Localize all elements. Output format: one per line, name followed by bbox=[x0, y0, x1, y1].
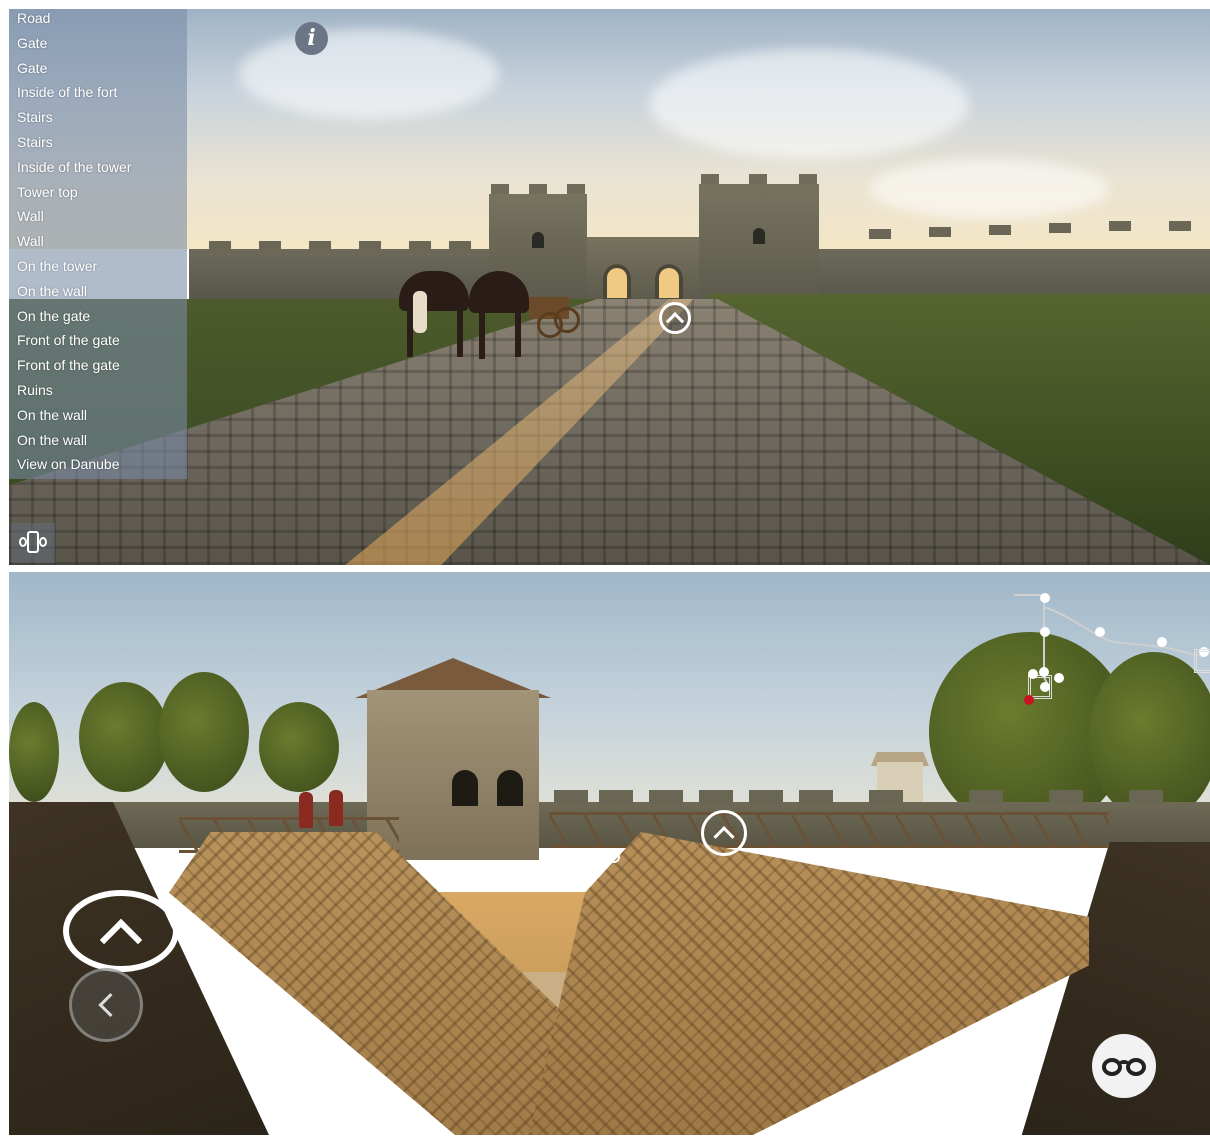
crenel bbox=[929, 227, 951, 237]
gate-arch-left bbox=[603, 264, 631, 302]
merlon bbox=[799, 790, 833, 804]
navigation-hotspot-forward[interactable] bbox=[659, 302, 691, 334]
scene-list-item[interactable]: Gate bbox=[17, 35, 47, 51]
gyroscope-toggle-button[interactable] bbox=[11, 523, 55, 563]
soldier bbox=[329, 790, 343, 826]
horse-leg bbox=[479, 309, 485, 359]
crenel bbox=[869, 229, 891, 239]
scene-list-item[interactable]: Inside of the tower bbox=[17, 159, 131, 175]
scene-list-item[interactable]: Wall bbox=[17, 233, 44, 249]
scene-list-item[interactable]: On the wall bbox=[17, 432, 87, 448]
site-minimap[interactable] bbox=[1004, 587, 1210, 707]
cloud bbox=[869, 159, 1109, 219]
tower-window bbox=[497, 770, 523, 806]
gate-tower-right bbox=[699, 174, 819, 302]
crenel bbox=[359, 241, 381, 251]
tree bbox=[259, 702, 339, 792]
scene-list-item[interactable]: View on Danube bbox=[17, 456, 119, 472]
minimap-node[interactable] bbox=[1157, 637, 1167, 647]
scene-list-item[interactable]: Gate bbox=[17, 60, 47, 76]
crenel bbox=[1109, 221, 1131, 231]
scene-list-item[interactable]: Inside of the fort bbox=[17, 84, 117, 100]
navigation-hotspot-forward[interactable] bbox=[701, 810, 747, 856]
phone-rotate-icon bbox=[27, 531, 39, 553]
merlon bbox=[749, 790, 783, 804]
minimap-node[interactable] bbox=[1039, 667, 1049, 677]
person bbox=[413, 291, 427, 333]
chevron-up-icon bbox=[99, 918, 143, 962]
cart-wheel bbox=[554, 307, 580, 333]
minimap-node[interactable] bbox=[1095, 627, 1105, 637]
chevron-up-icon bbox=[713, 826, 735, 848]
merlon bbox=[699, 790, 733, 804]
info-button[interactable]: i bbox=[295, 22, 328, 55]
minimap-current-location bbox=[1024, 695, 1034, 705]
rotate-arc bbox=[39, 537, 47, 547]
tree bbox=[9, 702, 59, 802]
merlon bbox=[649, 790, 683, 804]
merlon bbox=[969, 790, 1003, 804]
crenel bbox=[449, 241, 471, 251]
back-button[interactable] bbox=[69, 968, 143, 1042]
merlon bbox=[599, 790, 633, 804]
vr-glasses-icon bbox=[1126, 1058, 1146, 1076]
scene-list-item[interactable]: Front of the gate bbox=[17, 357, 120, 373]
merlon bbox=[1129, 790, 1163, 804]
crenel bbox=[259, 241, 281, 251]
minimap-node[interactable] bbox=[1054, 673, 1064, 683]
merlon bbox=[1049, 790, 1083, 804]
gaze-reticle bbox=[608, 851, 620, 863]
vr-mode-button[interactable] bbox=[1092, 1034, 1156, 1098]
tree bbox=[79, 682, 169, 792]
rotate-arc bbox=[19, 537, 27, 547]
tower-window bbox=[452, 770, 478, 806]
scene-list-item[interactable]: Road bbox=[17, 10, 50, 26]
panorama-view-tower-top[interactable] bbox=[9, 572, 1210, 1135]
horse-leg bbox=[457, 309, 463, 357]
cloud bbox=[649, 49, 969, 159]
scene-list-item[interactable]: Tower top bbox=[17, 184, 78, 200]
tiled-roof-right bbox=[529, 832, 1089, 1135]
minimap-node[interactable] bbox=[1040, 682, 1050, 692]
scene-list-item[interactable]: Stairs bbox=[17, 134, 53, 150]
crenel bbox=[1169, 221, 1191, 231]
merlon bbox=[554, 790, 588, 804]
vr-glasses-bridge bbox=[1119, 1060, 1129, 1066]
merlon bbox=[869, 790, 903, 804]
scene-list-item[interactable]: On the gate bbox=[17, 308, 90, 324]
scene-list-item[interactable]: On the wall bbox=[17, 407, 87, 423]
horse-leg bbox=[515, 309, 521, 357]
scene-list-item[interactable]: Stairs bbox=[17, 109, 53, 125]
crenel bbox=[409, 241, 431, 251]
info-icon: i bbox=[307, 25, 316, 51]
crenel bbox=[209, 241, 231, 251]
minimap-node[interactable] bbox=[1040, 593, 1050, 603]
chevron-left-icon bbox=[98, 992, 123, 1018]
chevron-up-icon bbox=[665, 312, 685, 331]
scene-list-menu: Road Gate Gate Inside of the fort Stairs Stai… bbox=[9, 9, 187, 479]
crenel bbox=[1049, 223, 1071, 233]
tree bbox=[159, 672, 249, 792]
crenel bbox=[989, 225, 1011, 235]
minimap-tower bbox=[1194, 649, 1210, 673]
scene-list-item[interactable]: Front of the gate bbox=[17, 332, 120, 348]
soldier bbox=[299, 792, 313, 828]
scene-list-item[interactable]: Ruins bbox=[17, 382, 53, 398]
minimap-node[interactable] bbox=[1040, 627, 1050, 637]
minimap-node[interactable] bbox=[1028, 669, 1038, 679]
scene-list-item[interactable]: Wall bbox=[17, 208, 44, 224]
scene-list-item[interactable]: On the wall bbox=[17, 283, 87, 299]
crenel bbox=[309, 241, 331, 251]
gate-arch-right bbox=[655, 264, 683, 302]
panorama-view-road[interactable]: Road Gate Gate Inside of the fort Stairs Stai… bbox=[9, 9, 1210, 565]
move-forward-button[interactable] bbox=[63, 890, 179, 972]
scene-list-item[interactable]: On the tower bbox=[17, 258, 97, 274]
cloud bbox=[239, 29, 499, 119]
